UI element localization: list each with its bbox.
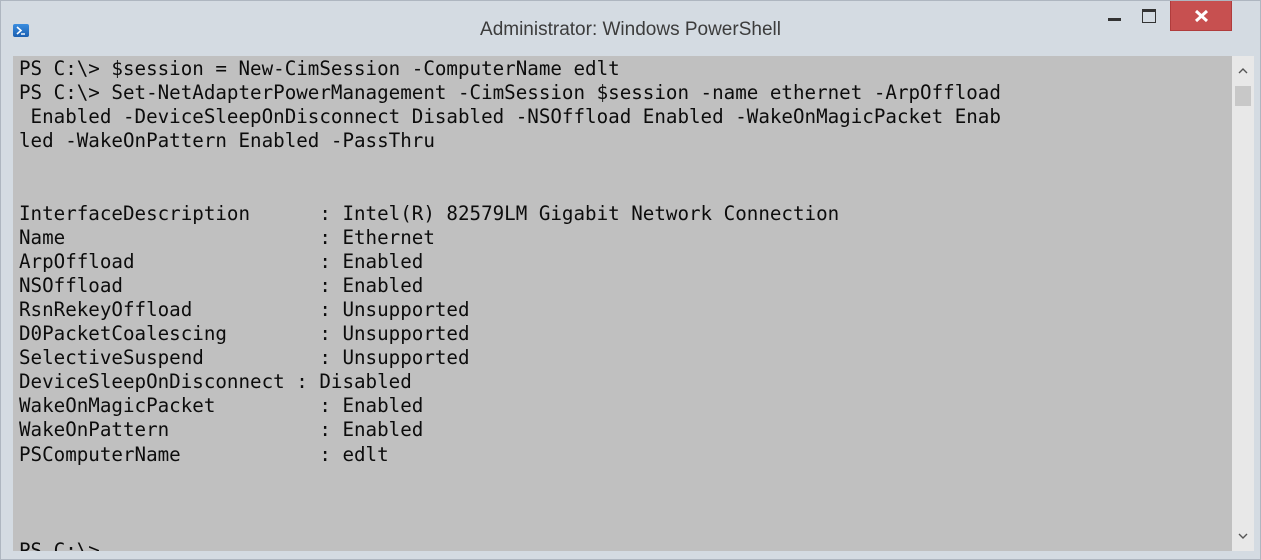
console-line: WakeOnPattern : Enabled: [19, 418, 424, 442]
console-output[interactable]: PS C:\> $session = New-CimSession -Compu…: [13, 56, 1232, 551]
console-line: led -WakeOnPattern Enabled -PassThru: [19, 129, 435, 153]
console-line: InterfaceDescription : Intel(R) 82579LM …: [19, 201, 840, 225]
console-line: RsnRekeyOffload : Unsupported: [19, 297, 470, 321]
minimize-button[interactable]: [1098, 1, 1130, 33]
console-line: NSOffload : Enabled: [19, 273, 424, 297]
console-line: PS C:\> Set-NetAdapterPowerManagement -C…: [19, 81, 1001, 105]
scroll-down-button[interactable]: [1232, 525, 1254, 547]
vertical-scrollbar[interactable]: [1232, 56, 1254, 551]
console-line: PS C:\> $session = New-CimSession -Compu…: [19, 57, 620, 80]
scroll-thumb[interactable]: [1235, 86, 1251, 106]
console-line: WakeOnMagicPacket : Enabled: [19, 394, 424, 418]
console-line: Enabled -DeviceSleepOnDisconnect Disable…: [19, 105, 1001, 129]
close-button[interactable]: [1170, 1, 1232, 31]
console-line: Name : Ethernet: [19, 225, 435, 249]
powershell-window: Administrator: Windows PowerShell PS C:\…: [0, 0, 1261, 560]
window-title: Administrator: Windows PowerShell: [480, 19, 781, 40]
scroll-up-button[interactable]: [1232, 60, 1254, 82]
console-line: ArpOffload : Enabled: [19, 249, 424, 273]
console-line: PS C:\>: [19, 538, 100, 551]
scroll-down-arrow-icon: [1238, 533, 1248, 539]
console-text: PS C:\> $session = New-CimSession -Compu…: [13, 56, 1232, 551]
close-icon: [1194, 9, 1209, 23]
maximize-button[interactable]: [1134, 1, 1166, 33]
minimize-icon: [1108, 18, 1121, 21]
console-line: DeviceSleepOnDisconnect : Disabled: [19, 370, 412, 394]
title-bar[interactable]: Administrator: Windows PowerShell: [1, 1, 1260, 53]
console-line: SelectiveSuspend : Unsupported: [19, 346, 470, 370]
maximize-icon: [1142, 9, 1156, 23]
console-line: D0PacketCoalescing : Unsupported: [19, 322, 470, 346]
console-line: PSComputerName : edlt: [19, 442, 389, 466]
scroll-up-arrow-icon: [1238, 68, 1248, 74]
